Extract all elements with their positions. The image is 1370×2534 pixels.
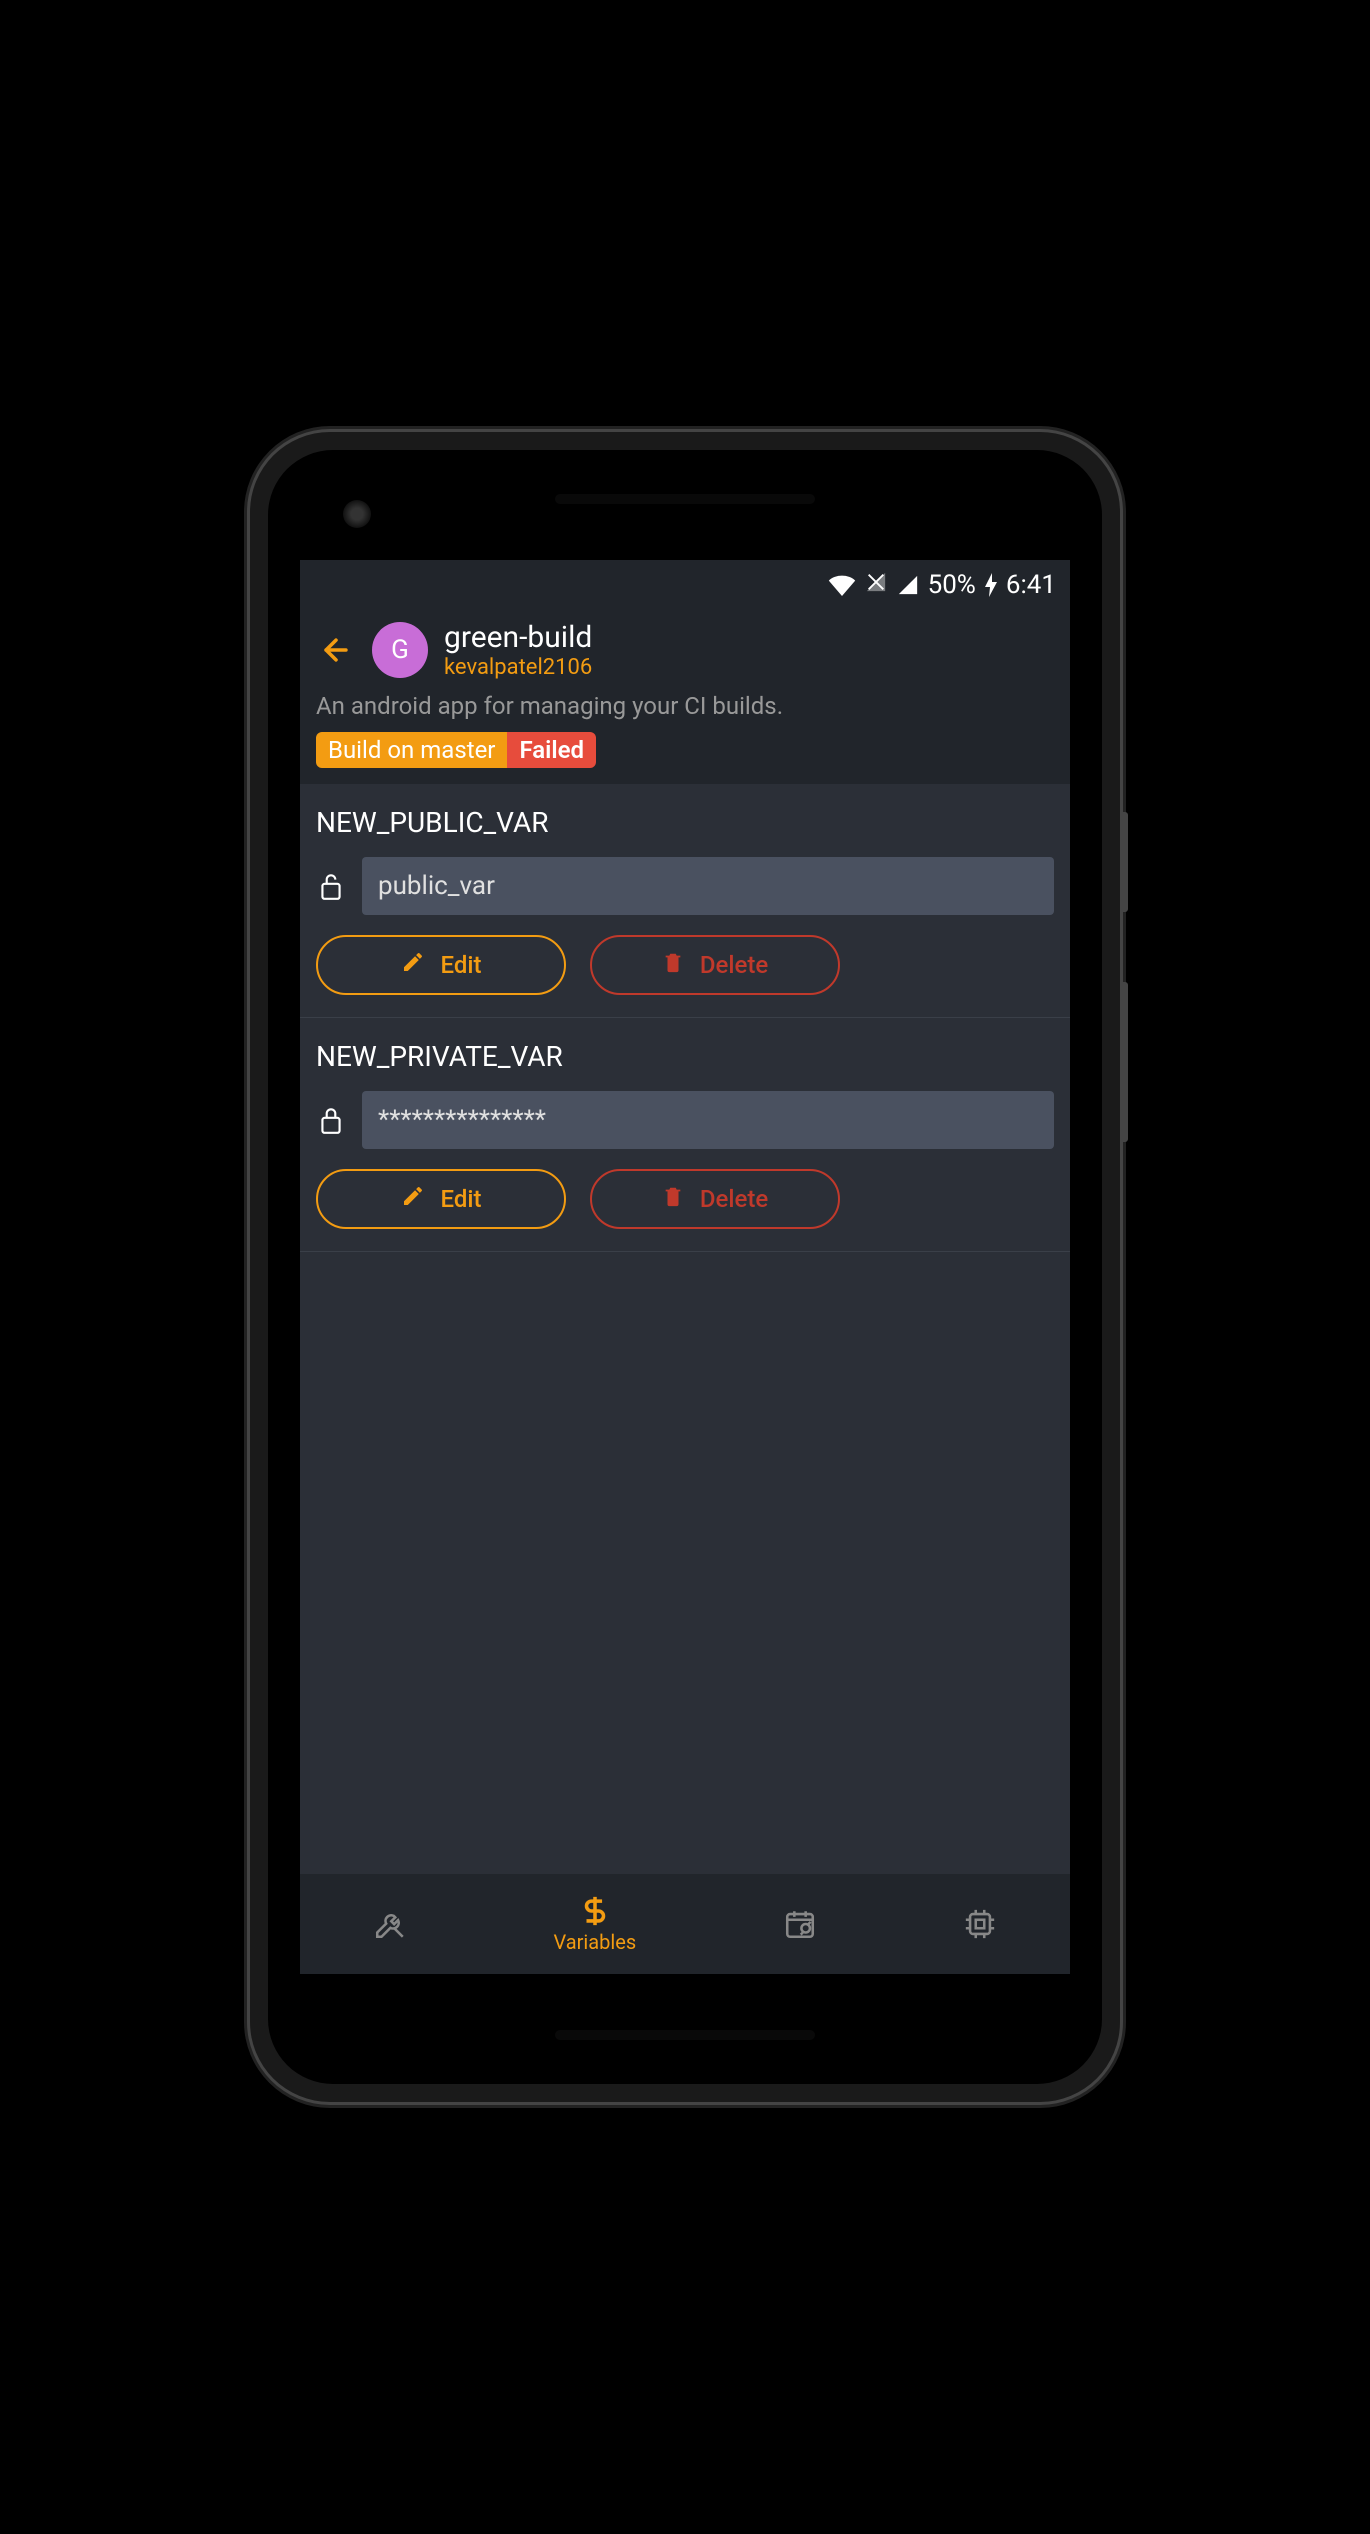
delete-label: Delete (700, 951, 768, 979)
charging-icon (984, 573, 998, 597)
no-sim-icon (864, 570, 888, 600)
title-block: green-build kevalpatel2106 (444, 620, 592, 680)
edit-button[interactable]: Edit (316, 935, 566, 995)
edit-label: Edit (441, 951, 482, 979)
header-row: G green-build kevalpatel2106 (316, 620, 1054, 680)
unlock-icon (316, 871, 346, 901)
bottom-nav: Variables (300, 1874, 1070, 1974)
delete-button[interactable]: Delete (590, 935, 840, 995)
variable-input-row (316, 857, 1054, 915)
clock-text: 6:41 (1006, 570, 1056, 600)
delete-label: Delete (700, 1185, 768, 1213)
phone-frame: 50% 6:41 G green-build keval (250, 432, 1120, 2102)
delete-button[interactable]: Delete (590, 1169, 840, 1229)
trash-icon (662, 950, 684, 980)
variable-value-input[interactable] (362, 857, 1054, 915)
branch-badge: Build on master (316, 732, 507, 768)
status-badge: Failed (507, 732, 596, 768)
pencil-icon (401, 1184, 425, 1214)
speaker-bottom (555, 2030, 815, 2040)
edit-label: Edit (441, 1185, 482, 1213)
nav-schedule[interactable] (783, 1907, 817, 1941)
pencil-icon (401, 950, 425, 980)
nav-variables-label: Variables (553, 1930, 636, 1954)
variable-actions: Edit Delete (316, 1169, 1054, 1229)
status-bar: 50% 6:41 (300, 560, 1070, 610)
front-camera (343, 500, 371, 528)
variable-card: NEW_PRIVATE_VAR Edit (300, 1018, 1070, 1252)
trash-icon (662, 1184, 684, 1214)
avatar: G (372, 622, 428, 678)
volume-button[interactable] (1120, 982, 1128, 1142)
signal-icon (896, 574, 920, 596)
variable-name: NEW_PUBLIC_VAR (316, 806, 1054, 839)
page-title: green-build (444, 620, 592, 655)
variable-actions: Edit Delete (316, 935, 1054, 995)
status-badge-row: Build on master Failed (316, 732, 1054, 768)
app-header: G green-build kevalpatel2106 An android … (300, 610, 1070, 784)
project-description: An android app for managing your CI buil… (316, 692, 1054, 720)
back-button[interactable] (316, 630, 356, 670)
variable-name: NEW_PRIVATE_VAR (316, 1040, 1054, 1073)
screen: 50% 6:41 G green-build keval (300, 560, 1070, 1974)
battery-text: 50% (928, 570, 976, 600)
speaker-top (555, 494, 815, 504)
nav-settings[interactable] (963, 1907, 997, 1941)
phone-inner: 50% 6:41 G green-build keval (268, 450, 1102, 2084)
avatar-letter: G (391, 635, 409, 665)
variable-value-input[interactable] (362, 1091, 1054, 1149)
variable-input-row (316, 1091, 1054, 1149)
power-button[interactable] (1120, 812, 1128, 912)
variables-list: NEW_PUBLIC_VAR Edit (300, 784, 1070, 1874)
owner-label: kevalpatel2106 (444, 655, 592, 680)
wifi-icon (828, 574, 856, 596)
nav-variables[interactable]: Variables (553, 1894, 636, 1954)
variable-card: NEW_PUBLIC_VAR Edit (300, 784, 1070, 1018)
lock-icon (316, 1105, 346, 1135)
nav-tools[interactable] (373, 1907, 407, 1941)
edit-button[interactable]: Edit (316, 1169, 566, 1229)
